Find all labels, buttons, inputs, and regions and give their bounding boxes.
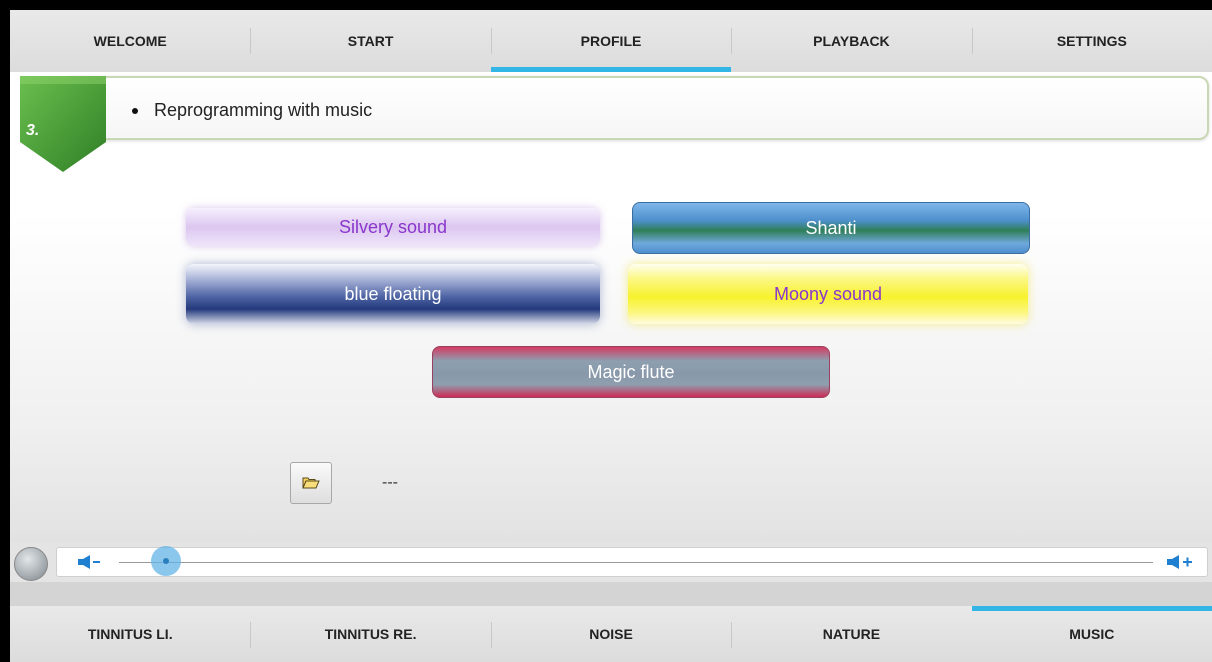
tab-profile[interactable]: PROFILE (490, 10, 732, 72)
tab-settings[interactable]: SETTINGS (971, 10, 1212, 72)
volume-thumb[interactable] (151, 546, 182, 576)
volume-down-icon[interactable] (77, 554, 107, 570)
tab-nature[interactable]: NATURE (731, 606, 971, 662)
step-header: Reprogramming with music (60, 76, 1209, 140)
volume-up-icon[interactable] (1161, 554, 1197, 570)
tab-playback[interactable]: PLAYBACK (731, 10, 971, 72)
step-text: Reprogramming with music (154, 100, 373, 120)
volume-slider[interactable] (56, 546, 1208, 577)
round-knob-button[interactable] (14, 547, 48, 581)
bullet-icon (132, 108, 138, 114)
bottom-tab-bar: TINNITUS LI. TINNITUS RE. NOISE NATURE M… (10, 606, 1212, 662)
volume-row (10, 542, 1212, 582)
app-window: WELCOME START PROFILE PLAYBACK SETTINGS … (10, 10, 1212, 662)
open-file-button[interactable] (290, 462, 332, 504)
content-area: Reprogramming with music 3. Silvery soun… (10, 72, 1212, 542)
tab-tinnitus-right[interactable]: TINNITUS RE. (250, 606, 490, 662)
volume-track-line (119, 562, 1153, 563)
divider-strip (10, 582, 1212, 606)
step-number: 3. (26, 122, 40, 139)
top-tab-bar: WELCOME START PROFILE PLAYBACK SETTINGS (10, 10, 1212, 72)
magic-flute-button[interactable]: Magic flute (432, 346, 830, 398)
silvery-sound-button[interactable]: Silvery sound (186, 208, 600, 246)
tab-welcome[interactable]: WELCOME (10, 10, 250, 72)
tab-music[interactable]: MUSIC (971, 606, 1212, 662)
tab-tinnitus-left[interactable]: TINNITUS LI. (10, 606, 250, 662)
tab-start[interactable]: START (250, 10, 490, 72)
folder-open-icon (302, 477, 320, 489)
moony-sound-button[interactable]: Moony sound (628, 264, 1028, 324)
shanti-button[interactable]: Shanti (632, 202, 1030, 254)
tab-noise[interactable]: NOISE (490, 606, 731, 662)
selected-file-name: --- (382, 474, 398, 491)
blue-floating-button[interactable]: blue floating (186, 264, 600, 324)
